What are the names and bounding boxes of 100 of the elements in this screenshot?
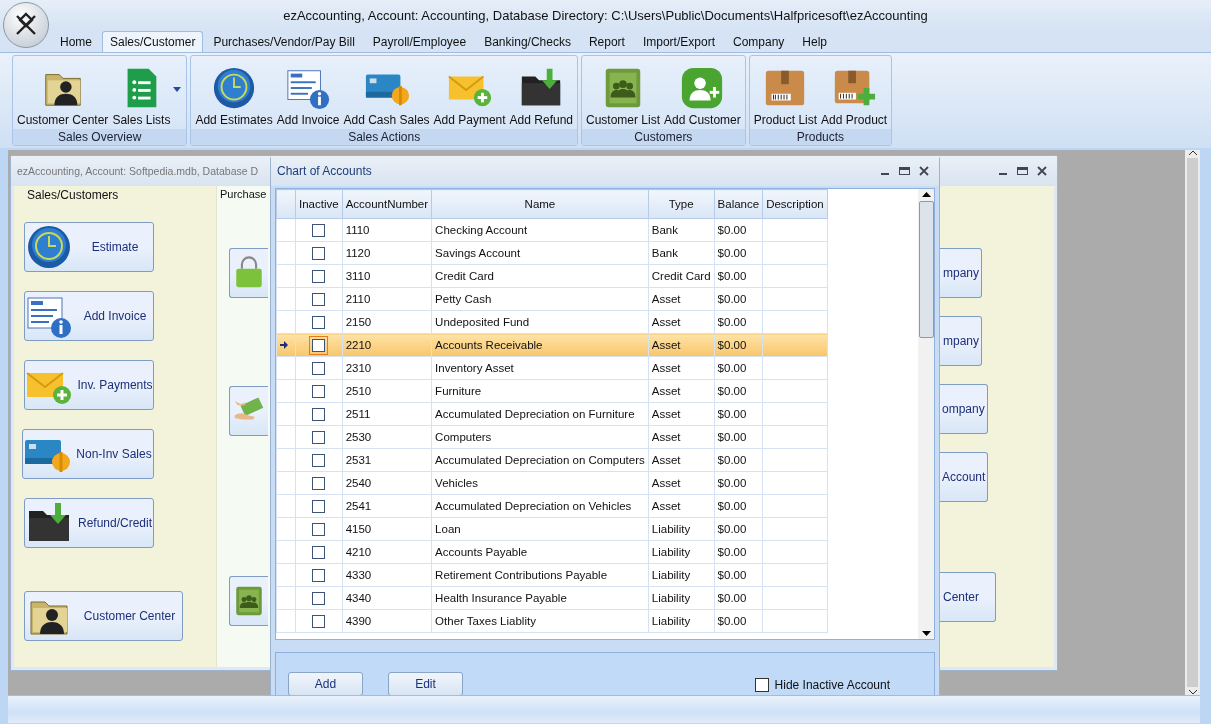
column-header[interactable]: Type	[648, 189, 715, 219]
checkbox[interactable]	[312, 522, 326, 536]
table-row[interactable]: 2510 Furniture Asset $0.00	[276, 379, 828, 403]
action-button[interactable]: Add	[288, 672, 363, 695]
table-row[interactable]: 2531 Accumulated Depreciation on Computers Asset $0.00	[276, 448, 828, 472]
shortcut-button[interactable]: mpany	[939, 316, 982, 366]
table-row[interactable]: 4150 Loan Liability $0.00	[276, 517, 828, 541]
ribbon-button[interactable]: Product List	[752, 65, 819, 127]
table-cell: Vehicles	[431, 471, 649, 495]
checkbox[interactable]	[312, 499, 326, 513]
table-row[interactable]: 4390 Other Taxes Liablity Liability $0.00	[276, 609, 828, 633]
shortcut-button[interactable]	[229, 248, 268, 298]
checkbox[interactable]	[312, 223, 326, 237]
menu-tab[interactable]: Import/Export	[634, 31, 723, 52]
menu-tab[interactable]: Report	[580, 31, 633, 52]
table-row[interactable]: 2150 Undeposited Fund Asset $0.00	[276, 310, 828, 334]
app-menu-button[interactable]	[3, 2, 49, 48]
table-cell: 1110	[342, 218, 432, 242]
ribbon-button[interactable]: Customer List	[585, 65, 662, 127]
table-cell: 3110	[342, 264, 432, 288]
table-row[interactable]: 2210 Accounts Receivable Asset $0.00	[276, 333, 828, 357]
maximize-icon[interactable]	[1017, 166, 1028, 176]
shortcut-button[interactable]: Inv. Payments	[24, 360, 154, 410]
menu-tab[interactable]: Help	[794, 31, 835, 52]
checkbox[interactable]	[312, 361, 326, 375]
checkbox[interactable]	[312, 430, 326, 444]
checkbox[interactable]	[312, 338, 326, 352]
table-cell: Accumulated Depreciation on Computers	[431, 448, 649, 472]
action-button[interactable]: Edit	[388, 672, 463, 695]
scrollbar-thumb[interactable]	[918, 201, 934, 338]
checkbox[interactable]	[312, 407, 326, 421]
table-row[interactable]: 2511 Accumulated Depreciation on Furniture Asset $0.00	[276, 402, 828, 426]
shortcut-button[interactable]: ompany	[939, 384, 988, 434]
checkbox[interactable]	[312, 246, 326, 260]
checkbox[interactable]	[312, 269, 326, 283]
ribbon-button[interactable]: Add Cash Sales	[342, 65, 431, 127]
checkbox[interactable]	[312, 568, 326, 582]
table-row[interactable]: 2110 Petty Cash Asset $0.00	[276, 287, 828, 311]
maximize-icon[interactable]	[899, 166, 910, 176]
scrollbar-thumb[interactable]	[1187, 158, 1198, 687]
window-title: Chart of Accounts	[277, 164, 373, 178]
table-row[interactable]: 1110 Checking Account Bank $0.00	[276, 218, 828, 242]
menu-tab[interactable]: Payroll/Employee	[364, 31, 475, 52]
checkbox[interactable]	[312, 614, 326, 628]
checkbox[interactable]	[312, 591, 326, 605]
checkbox[interactable]	[312, 384, 326, 398]
shortcut-button[interactable]: Account	[939, 452, 989, 502]
shortcut-button[interactable]: mpany	[939, 248, 982, 298]
checkbox[interactable]	[312, 315, 326, 329]
table-row[interactable]: 4210 Accounts Payable Liability $0.00	[276, 540, 828, 564]
ribbon-button[interactable]: Add Product	[820, 65, 889, 127]
ribbon-button[interactable]: Add Payment	[432, 65, 507, 127]
table-row[interactable]: 4340 Health Insurance Payable Liability $0.00	[276, 586, 828, 610]
shortcut-button[interactable]	[229, 576, 268, 626]
table-row[interactable]: 1120 Savings Account Bank $0.00	[276, 241, 828, 265]
ribbon-button[interactable]: Add Customer	[663, 65, 742, 127]
shortcut-button[interactable]: Refund/Credit	[24, 498, 154, 548]
menu-tab[interactable]: Company	[724, 31, 793, 52]
table-cell: 2150	[342, 310, 432, 334]
menu-tab[interactable]: Home	[52, 31, 100, 52]
menu-tab[interactable]: Banking/Checks	[476, 31, 579, 52]
checkbox[interactable]	[754, 678, 769, 692]
scroll-down-icon[interactable]	[921, 631, 931, 636]
shortcut-button[interactable]: Customer Center	[24, 591, 183, 641]
scroll-down-icon[interactable]	[1187, 689, 1198, 695]
ribbon-button[interactable]: Add Refund	[508, 65, 574, 127]
scroll-up-icon[interactable]	[921, 192, 931, 197]
shortcut-button[interactable]: Center	[939, 572, 996, 622]
checkbox[interactable]	[312, 476, 326, 490]
table-row[interactable]: 2541 Accumulated Depreciation on Vehicles Asset $0.00	[276, 494, 828, 518]
close-icon[interactable]	[919, 166, 929, 176]
table-cell: Asset	[648, 287, 715, 311]
ribbon-button[interactable]: Add Estimates	[194, 65, 274, 127]
table-row[interactable]: 2530 Computers Asset $0.00	[276, 425, 828, 449]
menu-tab[interactable]: Purchases/Vendor/Pay Bill	[205, 31, 363, 52]
close-icon[interactable]	[1037, 166, 1047, 176]
checkbox[interactable]	[312, 545, 326, 559]
table-row[interactable]: 2310 Inventory Asset Asset $0.00	[276, 356, 828, 380]
shortcut-button[interactable]: Non-Inv Sales	[22, 429, 154, 479]
shortcut-button[interactable]: Estimate	[24, 222, 154, 272]
table-cell: Asset	[648, 356, 715, 380]
menu-tab[interactable]: Sales/Customer	[102, 31, 204, 52]
table-row[interactable]: 4330 Retirement Contributions Payable Liability $0.00	[276, 563, 828, 587]
checkbox[interactable]	[312, 292, 326, 306]
checkbox[interactable]	[312, 453, 326, 467]
column-header[interactable]: Description	[762, 189, 828, 219]
ribbon-button[interactable]: Customer Center	[16, 65, 110, 127]
table-cell: Health Insurance Payable	[431, 586, 649, 610]
ribbon-button[interactable]: Sales Lists	[111, 65, 172, 127]
column-header[interactable]: Inactive	[295, 189, 343, 219]
scroll-up-icon[interactable]	[1187, 150, 1198, 156]
table-row[interactable]: 3110 Credit Card Credit Card $0.00	[276, 264, 828, 288]
column-header[interactable]: Balance	[714, 189, 763, 219]
table-cell: $0.00	[714, 264, 763, 288]
column-header[interactable]: Name	[431, 189, 649, 219]
table-row[interactable]: 2540 Vehicles Asset $0.00	[276, 471, 828, 495]
ribbon-button[interactable]: Add Invoice	[275, 65, 341, 127]
caret-icon[interactable]	[173, 87, 182, 92]
shortcut-button[interactable]: Add Invoice	[24, 291, 154, 341]
column-header[interactable]: AccountNumber	[342, 189, 432, 219]
